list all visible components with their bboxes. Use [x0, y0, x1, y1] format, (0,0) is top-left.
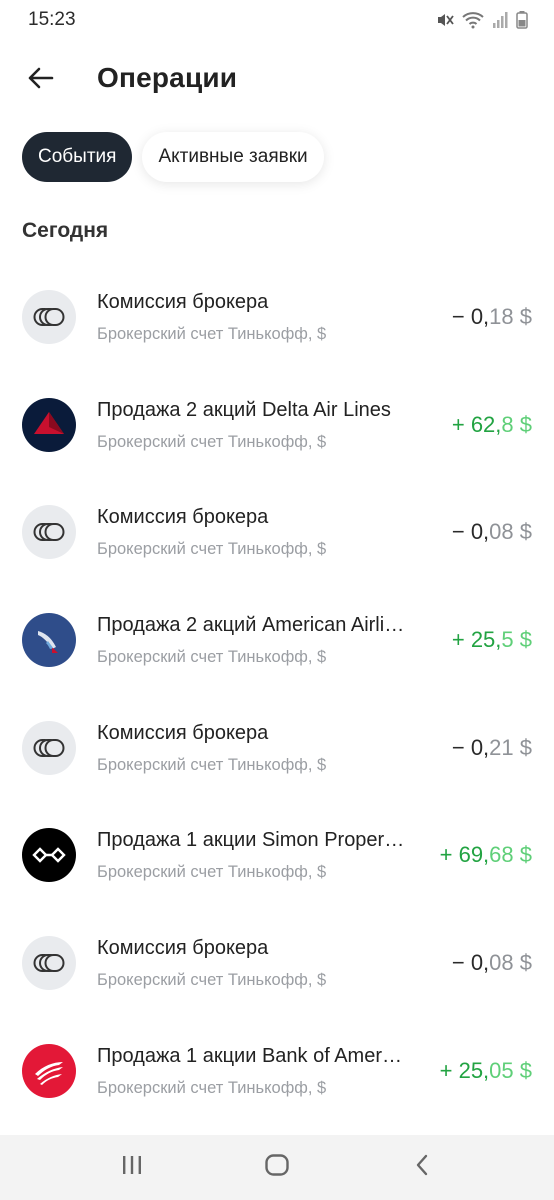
broker-commission-icon — [22, 290, 76, 344]
operation-amount: + 25,5 $ — [452, 627, 532, 653]
operation-row[interactable]: Комиссия брокера Брокерский счет Тинькоф… — [0, 479, 554, 587]
operation-row[interactable]: Продажа 2 акций Delta Air Lines Брокерск… — [0, 372, 554, 480]
home-icon — [264, 1153, 290, 1182]
amount-fraction: 68 $ — [489, 842, 532, 868]
amount-fraction: 8 $ — [501, 411, 532, 437]
operation-title: Продажа 2 акций Delta Air Lines — [97, 398, 391, 421]
operation-title: Продажа 2 акций American Airli… — [97, 614, 405, 637]
amount-fraction: 08 $ — [489, 950, 532, 976]
back-button[interactable] — [20, 60, 60, 100]
amount-fraction: 21 $ — [489, 734, 532, 760]
amount-integer: − 0, — [451, 950, 490, 976]
back-icon — [414, 1153, 430, 1182]
operation-title: Продажа 1 акции Bank of Amer… — [97, 1044, 402, 1067]
amount-fraction: 18 $ — [489, 304, 532, 329]
operation-account: Брокерский счет Тинькофф, $ — [97, 755, 327, 774]
amount-integer: − 0, — [451, 519, 490, 545]
signal-icon — [492, 11, 508, 29]
recent-apps-icon — [120, 1154, 144, 1181]
operation-row[interactable]: Продажа 2 акций American Airli… Брокерск… — [0, 587, 554, 695]
simon-property-logo — [22, 828, 76, 883]
operation-amount: − 0,08 $ — [452, 950, 532, 976]
header: Операции — [0, 50, 554, 110]
system-back-button[interactable] — [392, 1143, 452, 1193]
operation-account: Брокерский счет Тинькофф, $ — [97, 432, 327, 451]
page-title: Операции — [97, 62, 238, 93]
operation-account: Брокерский счет Тинькофф, $ — [97, 325, 327, 343]
operation-row[interactable]: Комиссия брокера Брокерский счет Тинькоф… — [0, 264, 554, 372]
operations-list: Комиссия брокера Брокерский счет Тинькоф… — [0, 264, 554, 1126]
amount-fraction: 5 $ — [501, 627, 532, 653]
operation-account: Брокерский счет Тинькофф, $ — [97, 540, 327, 559]
recent-apps-button[interactable] — [102, 1143, 162, 1193]
operations-screen: 15:23 Операции События Активные заявки С… — [0, 0, 554, 1200]
amount-fraction: 05 $ — [489, 1057, 532, 1083]
american-airlines-logo — [22, 613, 76, 668]
operation-account: Брокерский счет Тинькофф, $ — [97, 863, 327, 882]
status-icons — [436, 11, 528, 29]
operation-row[interactable]: Комиссия брокера Брокерский счет Тинькоф… — [0, 695, 554, 803]
bank-of-america-logo — [22, 1043, 76, 1098]
operation-title: Продажа 1 акции Simon Proper… — [97, 829, 405, 852]
operation-row[interactable]: Продажа 1 акции Bank of Amer… Брокерский… — [0, 1018, 554, 1126]
operation-amount: − 0,18 $ — [452, 304, 532, 330]
operation-row[interactable]: Продажа 1 акции Simon Proper… Брокерский… — [0, 802, 554, 910]
status-bar: 15:23 — [0, 0, 554, 40]
status-time: 15:23 — [28, 9, 76, 30]
amount-integer: − 0, — [451, 734, 490, 760]
operation-title: Комиссия брокера — [97, 937, 269, 960]
operation-amount: − 0,21 $ — [452, 735, 532, 761]
operation-account: Брокерский счет Тинькофф, $ — [97, 971, 327, 990]
operation-amount: + 25,05 $ — [440, 1058, 532, 1084]
operation-row[interactable]: Комиссия брокера Брокерский счет Тинькоф… — [0, 910, 554, 1018]
home-button[interactable] — [247, 1143, 307, 1193]
tab-active-orders[interactable]: Активные заявки — [142, 132, 324, 182]
operation-account: Брокерский счет Тинькофф, $ — [97, 1078, 327, 1097]
delta-air-lines-logo — [22, 397, 76, 452]
arrow-left-icon — [26, 66, 54, 95]
operation-amount: + 69,68 $ — [440, 842, 532, 868]
amount-integer: + 25, — [451, 627, 502, 653]
tabs: События Активные заявки — [22, 132, 324, 182]
amount-integer: − 0, — [451, 304, 490, 329]
system-nav-bar — [0, 1135, 554, 1200]
amount-fraction: 08 $ — [489, 519, 532, 545]
battery-icon — [516, 11, 528, 29]
operation-title: Комиссия брокера — [97, 721, 269, 744]
broker-commission-icon — [22, 936, 76, 991]
wifi-icon — [462, 11, 484, 29]
operation-amount: − 0,08 $ — [452, 519, 532, 545]
operation-account: Брокерский счет Тинькофф, $ — [97, 648, 327, 667]
operation-amount: + 62,8 $ — [452, 412, 532, 438]
mute-icon — [436, 11, 454, 29]
amount-integer: + 62, — [451, 411, 502, 437]
amount-integer: + 25, — [439, 1057, 490, 1083]
broker-commission-icon — [22, 720, 76, 775]
operation-title: Комиссия брокера — [97, 506, 269, 529]
section-title: Сегодня — [22, 219, 109, 242]
tab-events[interactable]: События — [22, 132, 133, 182]
amount-integer: + 69, — [439, 842, 490, 868]
broker-commission-icon — [22, 505, 76, 560]
operation-title: Комиссия брокера — [97, 291, 269, 313]
